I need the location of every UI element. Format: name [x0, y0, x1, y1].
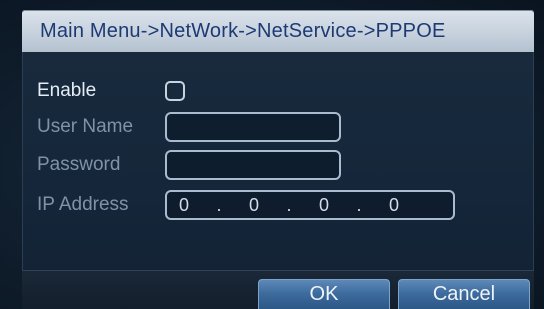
breadcrumb-title: Main Menu->NetWork->NetService->PPPOE: [40, 19, 446, 42]
enable-label: Enable: [37, 80, 97, 101]
button-bar: OK Cancel: [22, 270, 534, 309]
ip-octet-1[interactable]: 0: [167, 195, 201, 216]
username-field[interactable]: [165, 112, 341, 142]
ip-separator: .: [286, 194, 292, 215]
ip-address-field[interactable]: 0 . 0 . 0 . 0: [165, 190, 455, 220]
pppoe-settings-screen: Main Menu->NetWork->NetService->PPPOE En…: [0, 0, 544, 309]
ip-address-row: IP Address 0 . 0 . 0 . 0: [37, 190, 455, 220]
password-field[interactable]: [165, 150, 341, 180]
enable-row: Enable: [37, 80, 185, 102]
username-label: User Name: [37, 116, 134, 137]
password-row: Password: [37, 150, 341, 180]
cancel-button[interactable]: Cancel: [398, 279, 530, 309]
ip-address-label: IP Address: [37, 194, 129, 215]
ip-octet-2[interactable]: 0: [237, 195, 271, 216]
username-row: User Name: [37, 112, 341, 142]
ok-button[interactable]: OK: [258, 279, 390, 309]
ip-separator: .: [216, 194, 222, 215]
password-label: Password: [37, 154, 121, 175]
title-bar: Main Menu->NetWork->NetService->PPPOE: [22, 10, 534, 52]
ip-separator: .: [356, 194, 362, 215]
settings-panel: Enable User Name Password IP Address 0 .…: [22, 52, 534, 284]
enable-checkbox[interactable]: [165, 81, 185, 101]
ip-octet-4[interactable]: 0: [377, 195, 411, 216]
ip-octet-3[interactable]: 0: [307, 195, 341, 216]
